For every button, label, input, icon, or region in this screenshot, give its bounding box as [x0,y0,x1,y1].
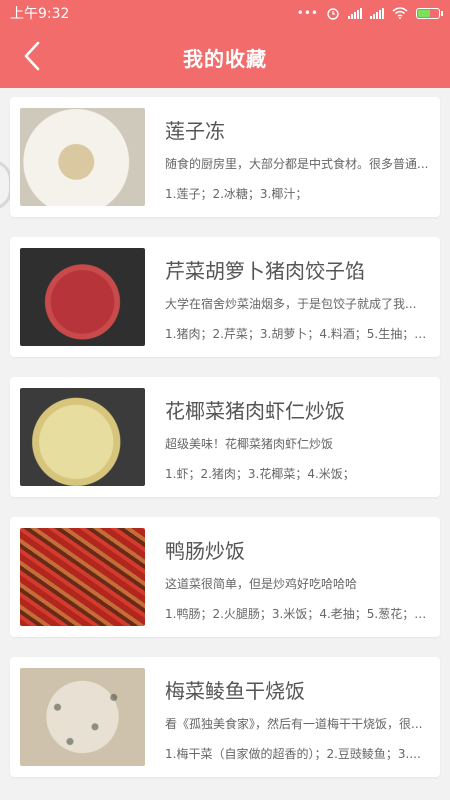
alarm-icon [327,8,339,20]
favorites-list: 莲子冻 随食的厨房里，大部分都是中式食材。很多普通... 1.莲子；2.冰糖；3… [10,97,440,797]
recipe-ingredients: 1.猪肉；2.芹菜；3.胡萝卜；4.料酒；5.生抽；6.... [165,327,433,341]
recipe-description: 超级美味！花椰菜猪肉虾仁炒饭 [165,437,334,451]
recipe-image [20,388,145,486]
recipe-image [20,528,145,626]
list-item[interactable]: 芹菜胡箩卜猪肉饺子馅 大学在宿舍炒菜油烟多，于是包饺子就成了我... 1.猪肉；… [10,237,440,357]
network-dots: ••• [296,6,318,20]
recipe-image [20,248,145,346]
page-title: 我的收藏 [183,46,267,71]
recipe-ingredients: 1.鸭肠；2.火腿肠；3.米饭；4.老抽；5.葱花；6.... [165,607,433,621]
back-button[interactable] [12,36,52,76]
recipe-ingredients: 1.莲子；2.冰糖；3.椰汁； [165,187,308,201]
recipe-ingredients: 1.梅干菜（自家做的超香的）；2.豆豉鲮鱼；3.... [165,747,421,761]
recipe-description: 这道菜很简单，但是炒鸡好吃哈哈哈 [165,577,358,591]
recipe-title: 鸭肠炒饭 [165,539,245,563]
wifi-icon [392,7,408,19]
list-item[interactable]: 梅菜鲮鱼干烧饭 看《孤独美食家》，然后有一道梅干干烧饭，很... 1.梅干菜（自… [10,657,440,777]
recipe-description: 大学在宿舍炒菜油烟多，于是包饺子就成了我... [165,297,417,311]
signal-icon-2 [370,7,384,19]
recipe-image [20,668,145,766]
chevron-left-icon [24,41,40,71]
list-item[interactable]: 鸭肠炒饭 这道菜很简单，但是炒鸡好吃哈哈哈 1.鸭肠；2.火腿肠；3.米饭；4.… [10,517,440,637]
signal-icon-1 [348,7,362,19]
recipe-image [20,108,145,206]
status-icons: ••• [296,6,443,20]
recipe-title: 花椰菜猪肉虾仁炒饭 [165,399,345,423]
recipe-title: 梅菜鲮鱼干烧饭 [165,679,305,703]
status-time: 上午9:32 [10,6,70,22]
list-item[interactable]: 花椰菜猪肉虾仁炒饭 超级美味！花椰菜猪肉虾仁炒饭 1.虾；2.猪肉；3.花椰菜；… [10,377,440,497]
recipe-description: 看《孤独美食家》，然后有一道梅干干烧饭，很... [165,717,423,731]
recipe-description: 随食的厨房里，大部分都是中式食材。很多普通... [165,157,429,171]
battery-icon [416,7,443,19]
list-item[interactable]: 莲子冻 随食的厨房里，大部分都是中式食材。很多普通... 1.莲子；2.冰糖；3… [10,97,440,217]
app-header: 我的收藏 [0,26,450,88]
status-bar: 上午9:32 ••• [0,0,450,26]
recipe-title: 莲子冻 [165,119,225,143]
recipe-ingredients: 1.虾；2.猪肉；3.花椰菜；4.米饭； [165,467,355,481]
recipe-title: 芹菜胡箩卜猪肉饺子馅 [165,259,365,283]
